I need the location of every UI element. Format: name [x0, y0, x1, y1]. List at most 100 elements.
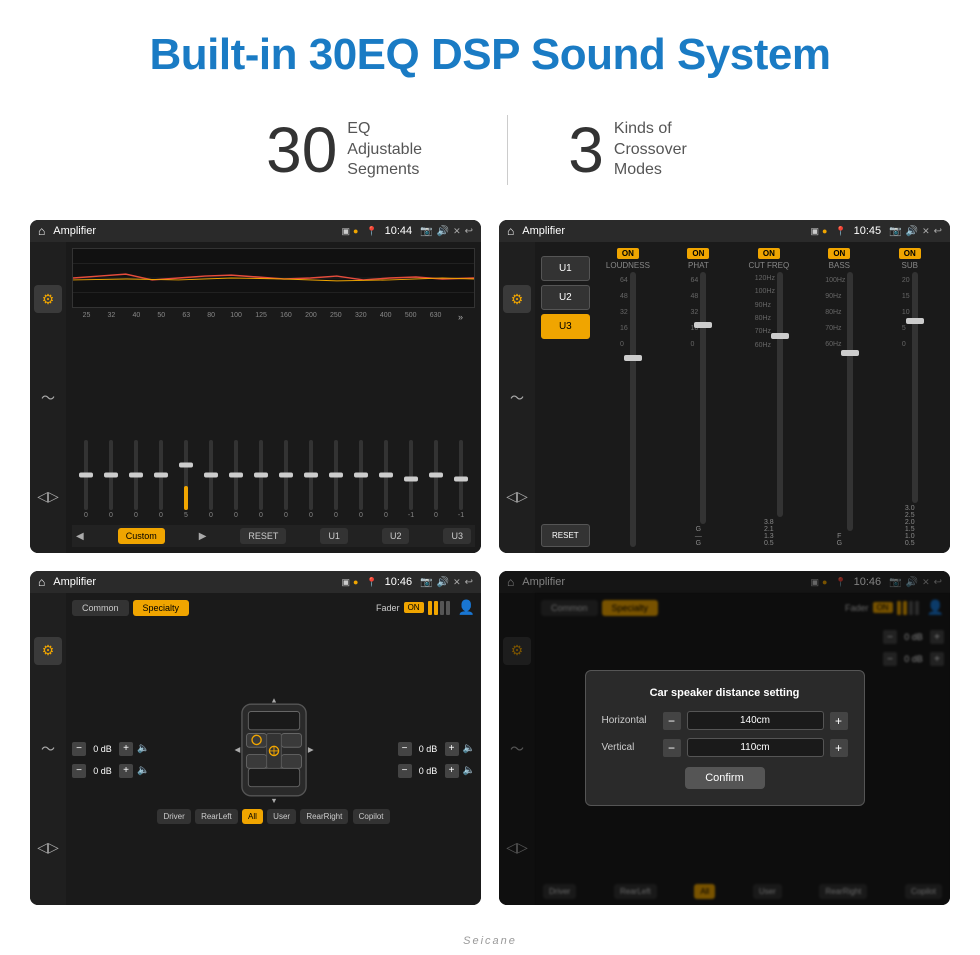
vol-minus-br[interactable]: − [398, 764, 412, 778]
eq-slider-4[interactable]: 5 [174, 440, 198, 519]
screen-eq: ⌂ Amplifier ▣ ● 📍 10:44 📷 🔊 ✕ ↩ ⚙ 〜 ◁▷ [30, 220, 481, 553]
preset-u1[interactable]: U1 [541, 256, 590, 281]
vol-minus-tr[interactable]: − [398, 742, 412, 756]
dot-icon: ● [353, 226, 358, 236]
wave-icon[interactable]: 〜 [34, 384, 62, 412]
horizontal-plus-btn[interactable]: + [830, 712, 848, 730]
rearleft-btn-3[interactable]: RearLeft [195, 809, 238, 824]
eq-slider-8[interactable]: 0 [274, 440, 298, 519]
eq-slider-10[interactable]: 0 [324, 440, 348, 519]
eq-slider-12[interactable]: 0 [374, 440, 398, 519]
driver-btn-3[interactable]: Driver [157, 809, 190, 824]
svg-text:▼: ▼ [270, 796, 277, 805]
all-btn-3[interactable]: All [242, 809, 263, 824]
stat-crossover-label: Kinds ofCrossover Modes [614, 119, 714, 181]
phat-on[interactable]: ON [687, 248, 709, 259]
vol-val-bl: 0 dB [90, 766, 115, 776]
phat-slider[interactable] [700, 272, 706, 524]
screen2-icons: ▣ ● [810, 226, 827, 237]
preset-u2[interactable]: U2 [541, 285, 590, 310]
speaker-bl: 🔈 [137, 765, 149, 776]
copilot-btn-3[interactable]: Copilot [353, 809, 390, 824]
home-icon-2[interactable]: ⌂ [507, 224, 514, 238]
volume-icon-3: 🔊 [437, 577, 449, 588]
bass-slider[interactable] [847, 272, 853, 531]
sub-on[interactable]: ON [899, 248, 921, 259]
u1-btn[interactable]: U1 [320, 528, 348, 544]
home-icon-1[interactable]: ⌂ [38, 224, 45, 238]
vol-plus-br[interactable]: + [445, 764, 459, 778]
eq-slider-13[interactable]: -1 [399, 440, 423, 519]
location-icon: 📍 [366, 226, 377, 237]
close-icon-3[interactable]: ✕ [453, 577, 461, 588]
eq-icon[interactable]: ⚙ [34, 285, 62, 313]
screen1-icons: ▣ ● [341, 226, 358, 237]
u3-btn[interactable]: U3 [443, 528, 471, 544]
specialty-header: Common Specialty Fader ON 👤 [72, 599, 475, 616]
eq-icon-2[interactable]: ⚙ [503, 285, 531, 313]
eq-slider-3[interactable]: 0 [149, 440, 173, 519]
loudness-on[interactable]: ON [617, 248, 639, 259]
cutfreq-on[interactable]: ON [758, 248, 780, 259]
cutfreq-slider[interactable] [777, 272, 783, 517]
eq-slider-15[interactable]: -1 [449, 440, 473, 519]
back-icon-3[interactable]: ↩ [465, 577, 473, 588]
side-icons-2: ⚙ 〜 ◁▷ [499, 242, 535, 553]
side-icons-1: ⚙ 〜 ◁▷ [30, 242, 66, 553]
eq-slider-7[interactable]: 0 [249, 440, 273, 519]
screen1-title: Amplifier [53, 225, 337, 237]
horizontal-minus-btn[interactable]: − [663, 712, 681, 730]
specialty-tab-3[interactable]: Specialty [133, 600, 190, 616]
reset-btn-2[interactable]: RESET [541, 524, 590, 547]
rearright-btn-3[interactable]: RearRight [300, 809, 348, 824]
wave-icon-2[interactable]: 〜 [503, 384, 531, 412]
wave-icon-3[interactable]: 〜 [34, 735, 62, 763]
loudness-slider[interactable] [630, 272, 636, 547]
sub-label: SUB [902, 261, 918, 270]
bass-on[interactable]: ON [828, 248, 850, 259]
eq-icon-3[interactable]: ⚙ [34, 637, 62, 665]
back-icon[interactable]: ↩ [465, 226, 473, 237]
eq-slider-9[interactable]: 0 [299, 440, 323, 519]
user-btn-3[interactable]: User [267, 809, 296, 824]
eq-slider-0[interactable]: 0 [74, 440, 98, 519]
confirm-button[interactable]: Confirm [685, 767, 765, 789]
next-arrow[interactable]: ▶ [199, 531, 207, 542]
eq-slider-14[interactable]: 0 [424, 440, 448, 519]
eq-slider-1[interactable]: 0 [99, 440, 123, 519]
vol-minus-bl[interactable]: − [72, 764, 86, 778]
bookmark-icon-2: ▣ [810, 226, 819, 237]
vol-plus-tl[interactable]: + [119, 742, 133, 756]
vertical-minus-btn[interactable]: − [663, 739, 681, 757]
vol-plus-bl[interactable]: + [119, 764, 133, 778]
eq-slider-5[interactable]: 0 [199, 440, 223, 519]
vol-minus-tl[interactable]: − [72, 742, 86, 756]
screen1-time: 10:44 [385, 225, 413, 237]
loudness-channel: ON LOUDNESS 644832160 [594, 248, 662, 547]
vertical-plus-btn[interactable]: + [830, 739, 848, 757]
page-header: Built-in 30EQ DSP Sound System [0, 0, 980, 100]
speaker-icon-3[interactable]: ◁▷ [34, 833, 62, 861]
eq-slider-2[interactable]: 0 [124, 440, 148, 519]
prev-arrow[interactable]: ◀ [76, 531, 84, 542]
close-icon[interactable]: ✕ [453, 226, 461, 237]
home-icon-3[interactable]: ⌂ [38, 575, 45, 589]
fader-label-3: Fader [376, 603, 400, 613]
sub-slider[interactable] [912, 272, 918, 503]
u2-btn[interactable]: U2 [382, 528, 410, 544]
sub-channel: ON SUB 20151050 3.02.52.01.51.00.5 [876, 248, 944, 547]
eq-slider-6[interactable]: 0 [224, 440, 248, 519]
reset-btn-1[interactable]: RESET [240, 528, 286, 544]
vol-plus-tr[interactable]: + [445, 742, 459, 756]
custom-btn[interactable]: Custom [118, 528, 165, 544]
back-icon-2[interactable]: ↩ [934, 226, 942, 237]
location-icon-3: 📍 [366, 577, 377, 588]
eq-slider-11[interactable]: 0 [349, 440, 373, 519]
preset-u3[interactable]: U3 [541, 314, 590, 339]
close-icon-2[interactable]: ✕ [922, 226, 930, 237]
speaker-icon-2[interactable]: ◁▷ [503, 482, 531, 510]
bass-channel: ON BASS 100Hz90Hz80Hz70Hz60Hz FG [805, 248, 873, 547]
speaker-icon[interactable]: ◁▷ [34, 482, 62, 510]
svg-text:▲: ▲ [270, 695, 277, 704]
common-tab-3[interactable]: Common [72, 600, 129, 616]
